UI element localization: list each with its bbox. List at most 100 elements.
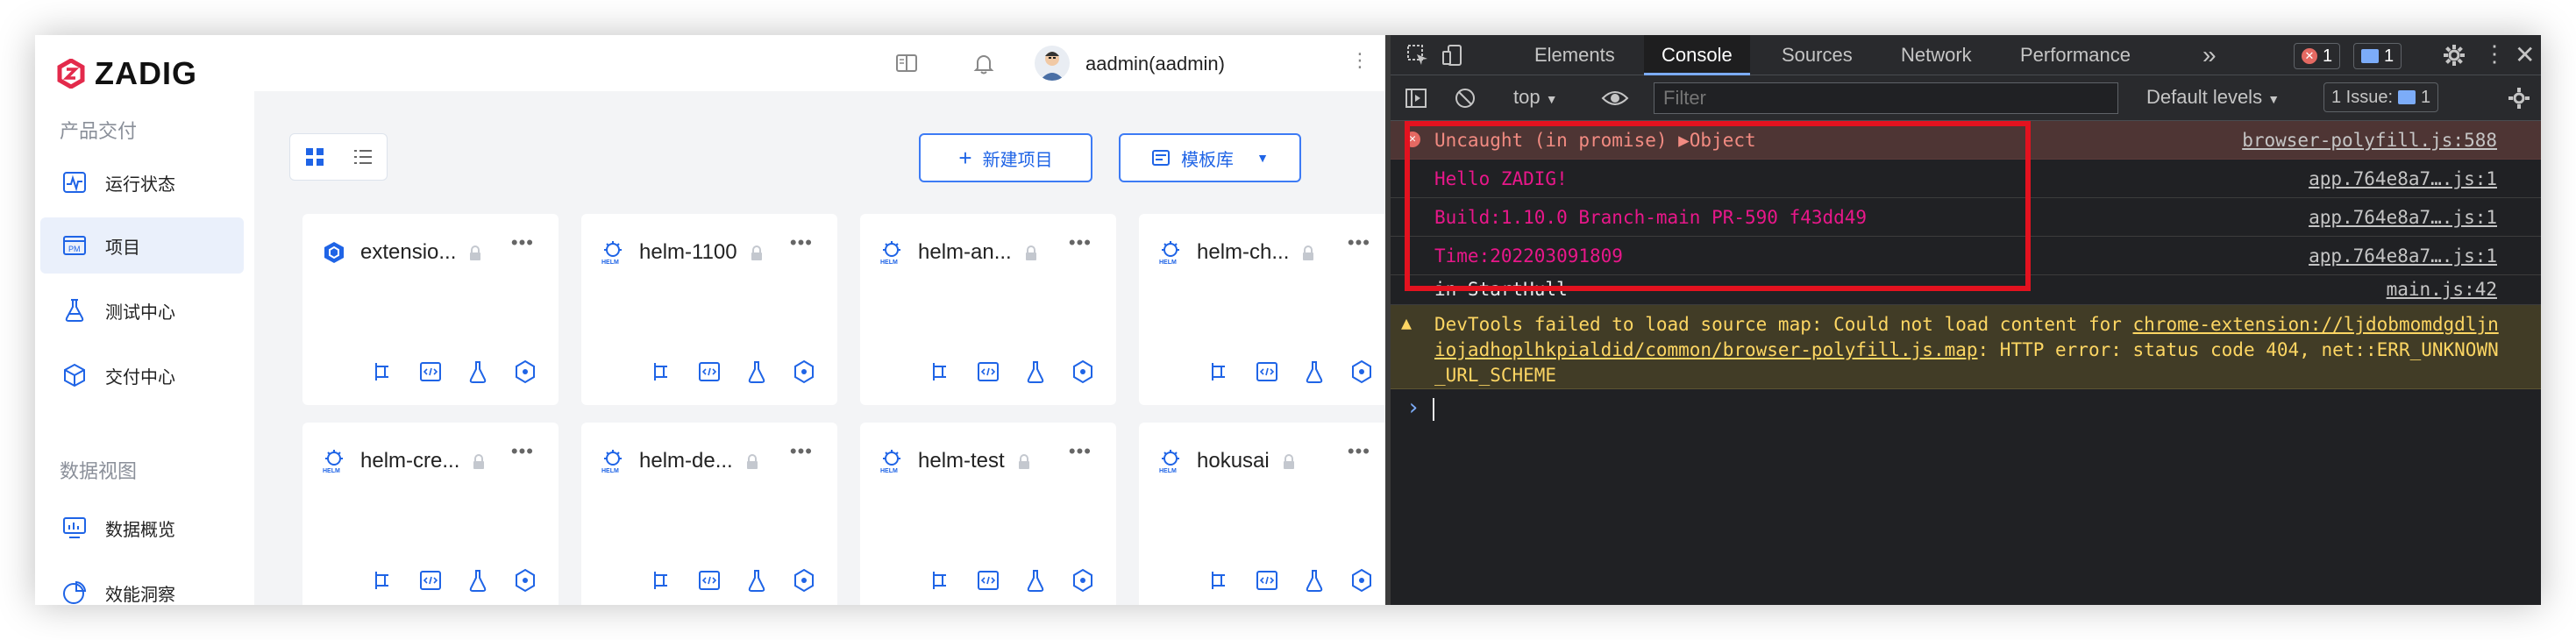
more-tabs-icon[interactable]: » [2202,35,2217,75]
project-name[interactable]: hokusai [1197,449,1270,473]
bell-icon[interactable] [971,51,996,75]
workflow-icon[interactable] [929,359,953,384]
new-project-button[interactable]: + 新建项目 [919,133,1092,182]
test-icon[interactable] [1023,359,1048,384]
deploy-icon[interactable] [1071,359,1095,384]
zadig-logo[interactable]: ZADIG [56,47,197,100]
code-icon[interactable] [1255,359,1279,384]
log-levels-dropdown[interactable]: Default levels ▼ [2146,86,2280,109]
error-count-badge[interactable]: ✕ 1 [2294,43,2341,69]
test-icon[interactable] [1023,568,1048,593]
console-source-link[interactable]: main.js:42 [2387,279,2497,300]
project-name[interactable]: helm-an... [918,240,1012,265]
issues-button[interactable]: 1 Issue: 1 [2323,82,2439,112]
sidebar-item-projects[interactable]: PM 项目 [40,217,244,274]
test-icon[interactable] [744,359,769,384]
avatar[interactable] [1035,46,1070,81]
console-source-link[interactable]: app.764e8a7….js:1 [2309,207,2497,228]
close-icon[interactable]: ✕ [2515,40,2535,69]
view-toggle[interactable] [289,133,388,181]
workflow-icon[interactable] [650,359,674,384]
console-source-link[interactable]: app.764e8a7….js:1 [2309,168,2497,189]
code-icon[interactable] [976,359,1000,384]
deploy-icon[interactable] [1349,359,1374,384]
project-card[interactable]: HELM helm-ch... ••• [1139,214,1385,405]
project-card[interactable]: HELM helm-test ••• [860,423,1116,605]
list-view-icon[interactable] [352,146,374,167]
project-card[interactable]: extensio... ••• [302,214,559,405]
tab-elements[interactable]: Elements [1534,35,1615,75]
grid-view-icon[interactable] [304,146,325,167]
more-options-icon[interactable]: ••• [1069,440,1092,463]
code-icon[interactable] [976,568,1000,593]
project-name[interactable]: helm-1100 [639,240,737,265]
clear-console-icon[interactable] [1454,87,1477,110]
deploy-icon[interactable] [792,568,816,593]
settings-gear-icon[interactable] [2443,44,2466,67]
tab-sources[interactable]: Sources [1782,35,1853,75]
project-name[interactable]: helm-ch... [1197,240,1289,265]
console-settings-icon[interactable] [2508,87,2530,110]
project-name[interactable]: helm-test [918,449,1005,473]
filter-input[interactable] [1654,82,2118,114]
code-icon[interactable] [697,568,722,593]
test-icon[interactable] [744,568,769,593]
project-name[interactable]: extensio... [360,240,456,265]
code-icon[interactable] [418,568,443,593]
more-options-icon[interactable]: ••• [790,440,813,463]
workflow-icon[interactable] [1207,568,1232,593]
workflow-icon[interactable] [371,359,395,384]
context-selector[interactable]: top ▼ [1513,86,1558,109]
console-prompt[interactable]: › [1391,389,2541,428]
workflow-icon[interactable] [1207,359,1232,384]
info-count-badge[interactable]: 1 [2353,43,2402,69]
code-icon[interactable] [1255,568,1279,593]
project-card[interactable]: HELM helm-de... ••• [581,423,837,605]
deploy-icon[interactable] [1349,568,1374,593]
workflow-icon[interactable] [929,568,953,593]
deploy-icon[interactable] [513,359,537,384]
tab-performance[interactable]: Performance [2020,35,2131,75]
deploy-icon[interactable] [1071,568,1095,593]
console-source-link[interactable]: app.764e8a7….js:1 [2309,245,2497,267]
more-options-icon[interactable]: ••• [511,231,534,254]
code-icon[interactable] [418,359,443,384]
template-library-button[interactable]: 模板库 ▼ [1119,133,1301,182]
sidebar-item-test-center[interactable]: 测试中心 [40,282,244,338]
eye-icon[interactable] [1601,88,1629,109]
project-card[interactable]: HELM helm-1100 ••• [581,214,837,405]
sidebar-toggle-icon[interactable] [1405,87,1427,110]
project-card[interactable]: HELM helm-cre... ••• [302,423,559,605]
project-card[interactable]: HELM hokusai ••• [1139,423,1385,605]
workflow-icon[interactable] [650,568,674,593]
more-options-icon[interactable]: ••• [1348,231,1370,254]
test-icon[interactable] [466,359,490,384]
sidebar-item-data-overview[interactable]: 数据概览 [40,500,244,556]
more-options-icon[interactable]: ••• [511,440,534,463]
sidebar-item-run-status[interactable]: 运行状态 [40,154,244,210]
project-name[interactable]: helm-de... [639,449,733,473]
user-name[interactable]: aadmin(aadmin) [1085,53,1225,75]
more-menu-icon[interactable]: ⋮ [1350,49,1370,72]
deploy-icon[interactable] [792,359,816,384]
console-source-link[interactable]: browser-polyfill.js:588 [2242,130,2497,151]
device-toolbar-icon[interactable] [1441,44,1464,67]
tab-console[interactable]: Console [1644,35,1750,75]
docs-icon[interactable] [894,51,919,75]
project-card[interactable]: HELM helm-an... ••• [860,214,1116,405]
sidebar-item-delivery-center[interactable]: 交付中心 [40,347,244,403]
devtools-menu-icon[interactable]: ⋮ [2483,40,2506,68]
more-options-icon[interactable]: ••• [1348,440,1370,463]
sidebar-item-efficiency-insight[interactable]: 效能洞察 [40,565,244,605]
more-options-icon[interactable]: ••• [1069,231,1092,254]
code-icon[interactable] [697,359,722,384]
inspect-element-icon[interactable] [1406,44,1429,67]
more-options-icon[interactable]: ••• [790,231,813,254]
test-icon[interactable] [1302,359,1327,384]
test-icon[interactable] [1302,568,1327,593]
test-icon[interactable] [466,568,490,593]
project-name[interactable]: helm-cre... [360,449,459,473]
workflow-icon[interactable] [371,568,395,593]
tab-network[interactable]: Network [1901,35,1972,75]
deploy-icon[interactable] [513,568,537,593]
